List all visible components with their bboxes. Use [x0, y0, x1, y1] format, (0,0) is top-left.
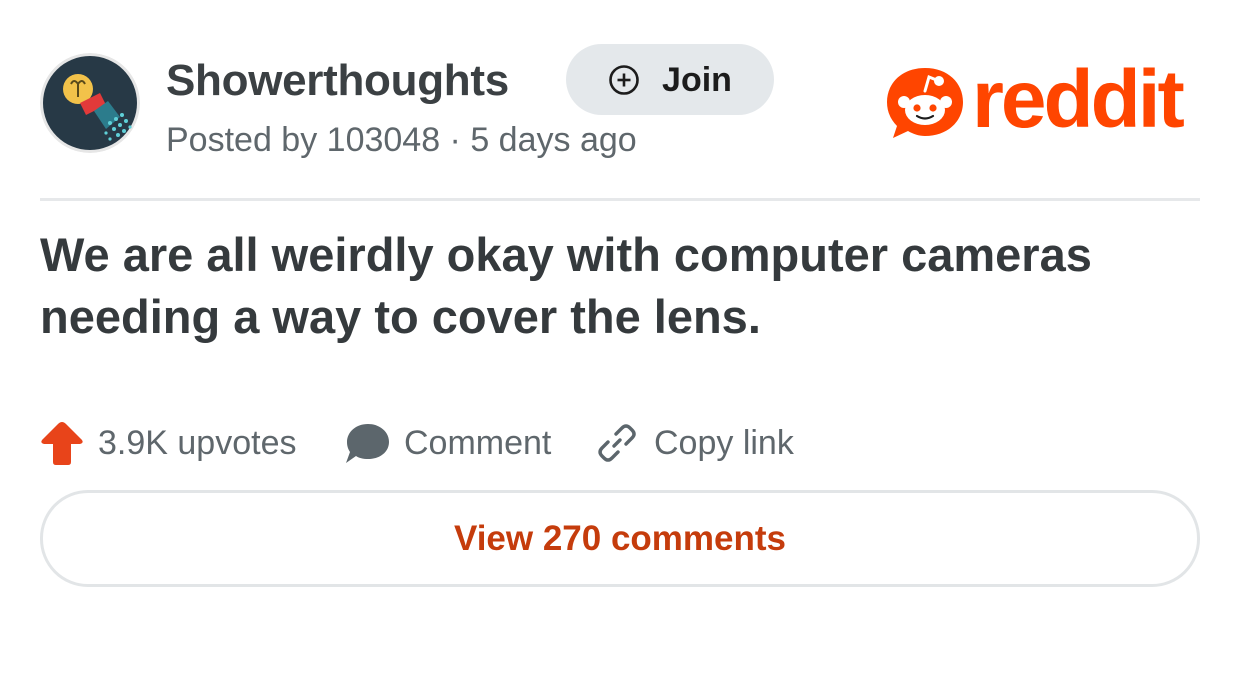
reddit-wordmark: reddit [972, 54, 1185, 145]
view-comments-label: View 270 comments [453, 518, 787, 558]
subreddit-name[interactable]: Showerthoughts [166, 56, 509, 106]
join-button[interactable]: Join [566, 44, 774, 115]
upvote-arrow-icon [41, 422, 83, 465]
join-label: Join [662, 60, 732, 99]
comment-label: Comment [404, 424, 552, 462]
copy-link-button[interactable]: Copy link [596, 418, 794, 468]
header-divider [40, 198, 1200, 201]
comment-button[interactable]: Comment [344, 418, 551, 468]
copy-link-label: Copy link [654, 424, 794, 462]
upvote-count: 3.9K upvotes [98, 424, 297, 462]
post-title[interactable]: We are all weirdly okay with computer ca… [40, 224, 1200, 348]
link-chain-icon [598, 424, 636, 462]
reddit-logo[interactable]: reddit [884, 59, 1185, 142]
lightbulb-shower-icon [40, 53, 140, 153]
subreddit-avatar[interactable] [40, 53, 140, 153]
view-comments-button[interactable]: View 270 comments [40, 490, 1200, 587]
reddit-snoo-icon [887, 68, 963, 138]
plus-circle-icon [609, 64, 639, 95]
upvote-button[interactable]: 3.9K upvotes [40, 418, 296, 468]
comment-bubble-icon [346, 424, 389, 463]
post-meta: Posted by 103048 · 5 days ago [166, 121, 637, 159]
